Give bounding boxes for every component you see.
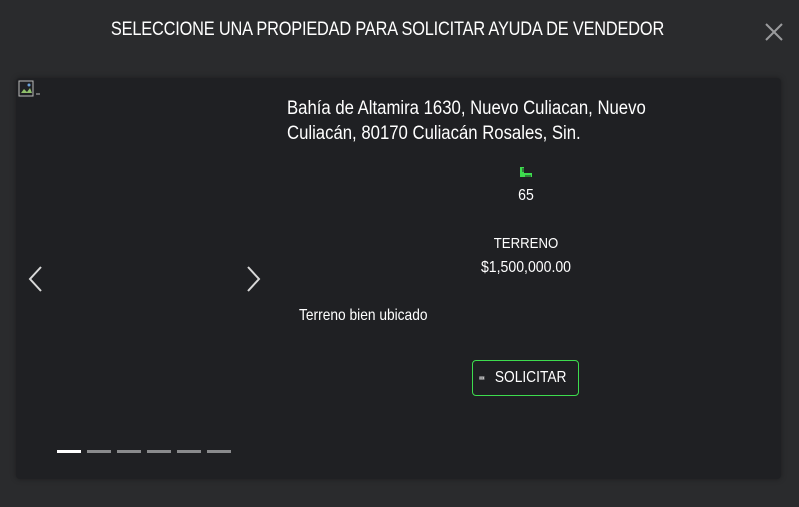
carousel-prev-button[interactable]	[24, 264, 48, 294]
chevron-left-icon[interactable]	[24, 264, 48, 294]
broken-image-icon	[18, 80, 40, 97]
property-description: Terreno bien ubicado	[299, 307, 428, 324]
solicitar-button[interactable]: SOLICITAR	[472, 360, 579, 396]
area-value: 65	[518, 187, 534, 204]
solicitar-button-label: SOLICITAR	[494, 369, 567, 386]
carousel-indicators	[57, 450, 231, 453]
property-address: Bahía de Altamira 1630, Nuevo Culiacan, …	[287, 98, 646, 144]
carousel-indicator-1[interactable]	[57, 450, 81, 453]
property-price: $1,500,000.00	[480, 259, 572, 276]
carousel-indicator-2[interactable]	[87, 450, 111, 453]
close-button[interactable]	[763, 21, 785, 43]
carousel-indicator-5[interactable]	[177, 450, 201, 453]
ruler-area-icon	[520, 167, 532, 177]
carousel-next-button[interactable]	[241, 264, 265, 294]
carousel-indicator-4[interactable]	[147, 450, 171, 453]
modal-title: SELECCIONE UNA PROPIEDAD PARA SOLICITAR …	[110, 19, 665, 40]
image-carousel[interactable]	[16, 78, 272, 479]
property-card: Bahía de Altamira 1630, Nuevo Culiacan, …	[16, 78, 781, 479]
carousel-indicator-3[interactable]	[117, 450, 141, 453]
chevron-right-icon[interactable]	[241, 264, 265, 294]
close-icon[interactable]	[763, 21, 785, 43]
ticket-icon	[479, 376, 485, 380]
property-type: TERRENO	[493, 235, 559, 252]
carousel-indicator-6[interactable]	[207, 450, 231, 453]
